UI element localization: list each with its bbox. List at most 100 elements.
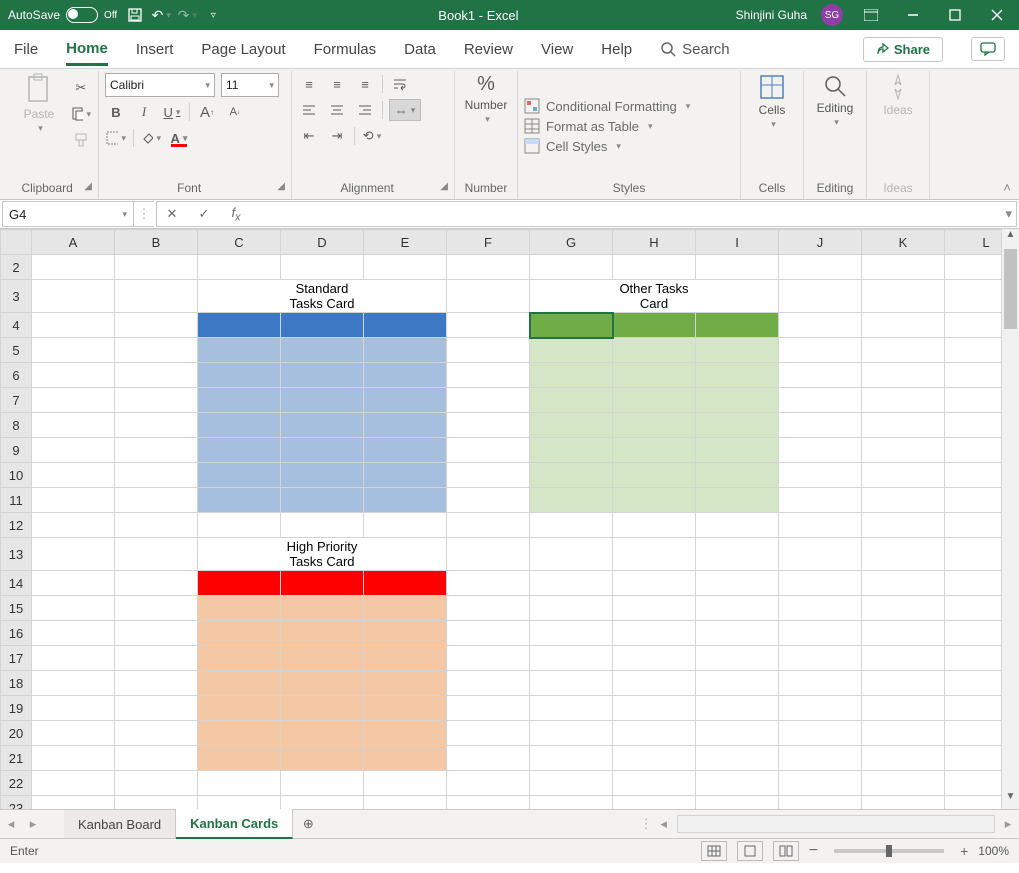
col-header-F[interactable]: F <box>447 230 530 255</box>
cell-C10[interactable] <box>198 463 281 488</box>
cell-J11[interactable] <box>779 488 862 513</box>
cut-icon[interactable]: ✂ <box>70 77 92 99</box>
cells-button[interactable]: Cells ▾ <box>747 73 797 130</box>
cell-J2[interactable] <box>779 255 862 280</box>
cell-G6[interactable] <box>530 363 613 388</box>
tell-me-search[interactable]: Search <box>660 41 730 58</box>
cell-E7[interactable] <box>364 388 447 413</box>
cell-B4[interactable] <box>115 313 198 338</box>
cell-F14[interactable] <box>447 571 530 596</box>
row-header-19[interactable]: 19 <box>1 696 32 721</box>
cell-F7[interactable] <box>447 388 530 413</box>
zoom-value[interactable]: 100% <box>978 844 1009 858</box>
cell-C3[interactable] <box>198 280 281 313</box>
row-header-9[interactable]: 9 <box>1 438 32 463</box>
cell-H15[interactable] <box>613 596 696 621</box>
cell-H14[interactable] <box>613 571 696 596</box>
ribbon-display-options-icon[interactable] <box>857 1 885 29</box>
new-sheet-button[interactable]: ⊕ <box>293 816 323 832</box>
row-header-16[interactable]: 16 <box>1 621 32 646</box>
cell-H4[interactable] <box>613 313 696 338</box>
cell-J20[interactable] <box>779 721 862 746</box>
cell-D2[interactable] <box>281 255 364 280</box>
cell-C21[interactable] <box>198 746 281 771</box>
tab-view[interactable]: View <box>541 41 573 58</box>
cell-K6[interactable] <box>862 363 945 388</box>
cell-I20[interactable] <box>696 721 779 746</box>
cell-H7[interactable] <box>613 388 696 413</box>
horizontal-scrollbar[interactable] <box>677 815 995 833</box>
hscroll-left-icon[interactable]: ◂ <box>653 816 675 832</box>
cell-E12[interactable] <box>364 513 447 538</box>
cell-F21[interactable] <box>447 746 530 771</box>
tab-help[interactable]: Help <box>601 41 632 58</box>
cell-A9[interactable] <box>32 438 115 463</box>
cell-A3[interactable] <box>32 280 115 313</box>
cell-G14[interactable] <box>530 571 613 596</box>
cell-K11[interactable] <box>862 488 945 513</box>
cell-F19[interactable] <box>447 696 530 721</box>
font-name-select[interactable]: Calibri▾ <box>105 73 215 97</box>
cell-G10[interactable] <box>530 463 613 488</box>
user-avatar[interactable]: SG <box>821 4 843 26</box>
row-header-3[interactable]: 3 <box>1 280 32 313</box>
cell-I21[interactable] <box>696 746 779 771</box>
align-top-icon[interactable]: ≡ <box>298 73 320 95</box>
cell-I18[interactable] <box>696 671 779 696</box>
cell-E17[interactable] <box>364 646 447 671</box>
cell-I12[interactable] <box>696 513 779 538</box>
row-header-20[interactable]: 20 <box>1 721 32 746</box>
cell-I17[interactable] <box>696 646 779 671</box>
cell-K22[interactable] <box>862 771 945 796</box>
cell-G2[interactable] <box>530 255 613 280</box>
row-header-6[interactable]: 6 <box>1 363 32 388</box>
cell-F22[interactable] <box>447 771 530 796</box>
undo-icon[interactable]: ↶▾ <box>153 7 169 23</box>
cell-D20[interactable] <box>281 721 364 746</box>
decrease-indent-icon[interactable]: ⇤ <box>298 125 320 147</box>
row-header-15[interactable]: 15 <box>1 596 32 621</box>
formula-bar[interactable]: ✕ ✓ fx ▾ <box>156 201 1017 227</box>
cell-C16[interactable] <box>198 621 281 646</box>
cell-K21[interactable] <box>862 746 945 771</box>
cell-A23[interactable] <box>32 796 115 810</box>
cell-H16[interactable] <box>613 621 696 646</box>
cell-K17[interactable] <box>862 646 945 671</box>
cell-J23[interactable] <box>779 796 862 810</box>
cell-G19[interactable] <box>530 696 613 721</box>
tab-home[interactable]: Home <box>66 40 108 66</box>
scroll-up-icon[interactable]: ▲ <box>1002 229 1019 247</box>
cell-D4[interactable] <box>281 313 364 338</box>
cell-F10[interactable] <box>447 463 530 488</box>
align-bottom-icon[interactable]: ≡ <box>354 73 376 95</box>
cell-G13[interactable] <box>530 538 613 571</box>
cell-D23[interactable] <box>281 796 364 810</box>
scroll-down-icon[interactable]: ▼ <box>1002 791 1019 809</box>
qat-customize-icon[interactable]: ▿ <box>205 7 221 23</box>
cell-G4[interactable] <box>530 313 613 338</box>
cell-C19[interactable] <box>198 696 281 721</box>
cell-F5[interactable] <box>447 338 530 363</box>
cell-K19[interactable] <box>862 696 945 721</box>
cell-F13[interactable] <box>447 538 530 571</box>
font-color-icon[interactable]: A▾ <box>168 127 190 149</box>
cell-G17[interactable] <box>530 646 613 671</box>
cell-A11[interactable] <box>32 488 115 513</box>
cell-B22[interactable] <box>115 771 198 796</box>
cell-H2[interactable] <box>613 255 696 280</box>
cell-C17[interactable] <box>198 646 281 671</box>
cell-D15[interactable] <box>281 596 364 621</box>
cell-I6[interactable] <box>696 363 779 388</box>
cell-J14[interactable] <box>779 571 862 596</box>
number-format-button[interactable]: % Number ▾ <box>461 73 511 125</box>
cell-I10[interactable] <box>696 463 779 488</box>
row-header-10[interactable]: 10 <box>1 463 32 488</box>
cell-B16[interactable] <box>115 621 198 646</box>
cell-H3[interactable]: Other Tasks Card <box>613 280 696 313</box>
ideas-button[interactable]: Ideas <box>873 73 923 117</box>
cell-D21[interactable] <box>281 746 364 771</box>
cell-E10[interactable] <box>364 463 447 488</box>
cell-G22[interactable] <box>530 771 613 796</box>
cell-C20[interactable] <box>198 721 281 746</box>
cell-I22[interactable] <box>696 771 779 796</box>
